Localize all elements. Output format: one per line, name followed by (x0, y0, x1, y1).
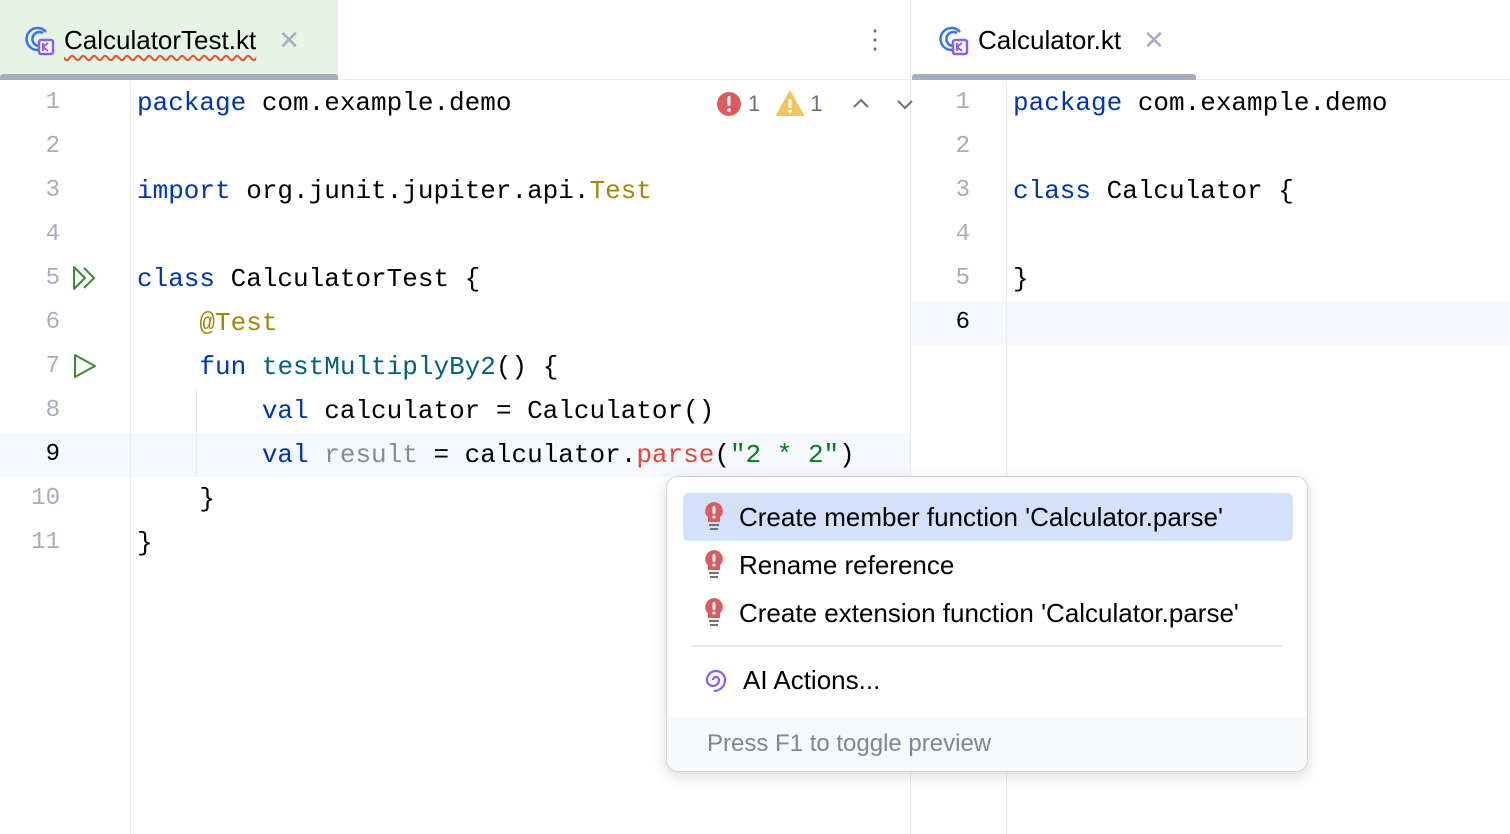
line-number: 6 (912, 301, 970, 345)
previous-problem-icon[interactable] (849, 92, 873, 116)
code-token: import (137, 176, 231, 206)
line-number: 5 (0, 257, 60, 301)
line-number: 11 (0, 521, 60, 565)
code-token: package (137, 88, 246, 118)
code-token: calculator = Calculator() (309, 396, 715, 426)
code-token: () { (496, 352, 558, 382)
code-line[interactable]: import org.junit.jupiter.api.Test (137, 169, 652, 213)
line-number: 5 (912, 257, 970, 301)
kotlin-test-file-icon (22, 23, 56, 57)
code-token: class (1013, 176, 1091, 206)
quick-fix-item[interactable]: Create extension function 'Calculator.pa… (683, 589, 1293, 637)
code-token (137, 352, 199, 382)
code-token: @Test (137, 308, 277, 338)
line-number: 6 (0, 301, 60, 345)
line-number: 3 (0, 169, 60, 213)
quick-fix-popup: Create member function 'Calculator.parse… (666, 476, 1308, 772)
code-token: CalculatorTest { (215, 264, 480, 294)
quick-fix-item[interactable]: Rename reference (683, 541, 1293, 589)
code-line[interactable]: package com.example.demo (1013, 81, 1387, 125)
code-token (246, 352, 262, 382)
error-count: 1 (748, 91, 760, 117)
code-line[interactable]: @Test (137, 301, 277, 345)
tab-calculator[interactable]: Calculator.kt ✕ (912, 0, 1196, 80)
line-number: 2 (0, 125, 60, 169)
kotlin-class-file-icon (936, 23, 970, 57)
code-token: = calculator. (418, 440, 636, 470)
code-token: } (137, 484, 215, 514)
code-line[interactable]: package com.example.demo (137, 81, 511, 125)
code-token: } (1013, 264, 1029, 294)
code-line[interactable]: } (137, 521, 153, 565)
code-token: "2 * 2" (730, 440, 839, 470)
more-options-icon[interactable]: ⋮ (862, 22, 882, 56)
code-token: Calculator { (1091, 176, 1294, 206)
ai-spiral-icon (703, 667, 729, 693)
error-bulb-icon (703, 501, 725, 533)
code-token (137, 396, 262, 426)
code-token: class (137, 264, 215, 294)
line-number: 3 (912, 169, 970, 213)
code-token: result (324, 440, 418, 470)
line-number: 4 (912, 213, 970, 257)
warning-count: 1 (810, 91, 822, 117)
code-token: testMultiplyBy2 (262, 352, 496, 382)
line-number: 1 (912, 81, 970, 125)
code-token: package (1013, 88, 1122, 118)
ai-actions-label: AI Actions... (743, 665, 880, 696)
code-token: ) (839, 440, 855, 470)
code-token: com.example.demo (246, 88, 511, 118)
line-number: 8 (0, 389, 60, 433)
code-token: org.junit.jupiter.api. (231, 176, 590, 206)
code-line[interactable]: class Calculator { (1013, 169, 1294, 213)
code-token: fun (199, 352, 246, 382)
close-tab-icon[interactable]: ✕ (278, 25, 300, 56)
code-token: val (262, 396, 309, 426)
code-line[interactable]: } (1013, 257, 1029, 301)
run-test-icon[interactable] (72, 353, 98, 379)
code-token: Test (589, 176, 651, 206)
separator (691, 645, 1283, 647)
tab-label: Calculator.kt (978, 25, 1121, 56)
right-tab-bar: Calculator.kt ✕ (912, 0, 1510, 80)
line-number: 10 (0, 477, 60, 521)
line-number: 1 (0, 81, 60, 125)
code-token: } (137, 528, 153, 558)
tab-label: CalculatorTest.kt (64, 25, 256, 56)
line-number: 4 (0, 213, 60, 257)
code-token: parse (636, 440, 714, 470)
code-token: ( (714, 440, 730, 470)
code-token (137, 440, 262, 470)
code-token: com.example.demo (1122, 88, 1387, 118)
run-all-tests-icon[interactable] (72, 265, 98, 291)
quick-fix-label: Create member function 'Calculator.parse… (739, 502, 1223, 533)
line-number: 7 (0, 345, 60, 389)
quick-fix-label: Create extension function 'Calculator.pa… (739, 598, 1239, 629)
code-line[interactable]: val result = calculator.parse("2 * 2") (137, 433, 855, 477)
popup-footer-hint: Press F1 to toggle preview (667, 717, 1307, 771)
code-token (309, 440, 325, 470)
error-bulb-icon (703, 597, 725, 629)
code-line[interactable]: fun testMultiplyBy2() { (137, 345, 558, 389)
warning-icon (776, 91, 804, 117)
inspection-widget[interactable]: 1 1 (716, 91, 917, 117)
tab-calculator-test[interactable]: CalculatorTest.kt ✕ (0, 0, 338, 80)
line-number: 9 (0, 433, 60, 477)
code-line[interactable]: } (137, 477, 215, 521)
error-icon (716, 91, 742, 117)
code-token: val (262, 440, 309, 470)
error-bulb-icon (703, 549, 725, 581)
line-number: 2 (912, 125, 970, 169)
code-line[interactable]: class CalculatorTest { (137, 257, 480, 301)
quick-fix-item[interactable]: Create member function 'Calculator.parse… (683, 493, 1293, 541)
quick-fix-label: Rename reference (739, 550, 954, 581)
ai-actions-item[interactable]: AI Actions... (683, 656, 1293, 704)
close-tab-icon[interactable]: ✕ (1143, 25, 1165, 56)
code-line[interactable]: val calculator = Calculator() (137, 389, 714, 433)
left-tab-bar: CalculatorTest.kt ✕ ⋮ (0, 0, 910, 80)
